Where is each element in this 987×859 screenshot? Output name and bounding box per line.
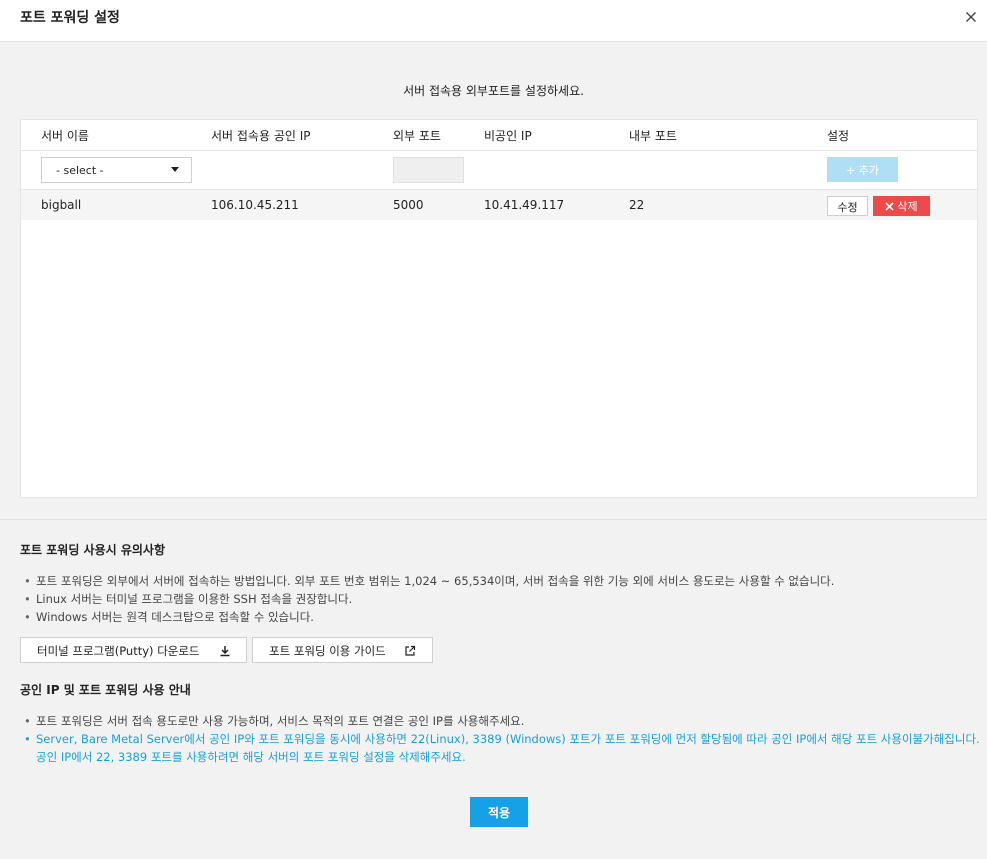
add-button[interactable]: + 추가 bbox=[827, 157, 898, 182]
close-icon bbox=[885, 202, 894, 211]
delete-label: 삭제 bbox=[897, 200, 918, 213]
header-private-ip: 비공인 IP bbox=[484, 129, 532, 143]
table-row: bigball 106.10.45.211 5000 10.41.49.117 … bbox=[21, 190, 977, 220]
putty-download-button[interactable]: 터미널 프로그램(Putty) 다운로드 bbox=[20, 637, 247, 663]
caret-down-icon bbox=[171, 167, 179, 172]
guide-title: 공인 IP 및 포트 포워딩 사용 안내 bbox=[20, 683, 191, 697]
apply-button[interactable]: 적용 bbox=[470, 797, 528, 827]
list-item: Linux 서버는 터미널 프로그램을 이용한 SSH 접속을 권장합니다. bbox=[22, 590, 980, 608]
header-settings: 설정 bbox=[827, 129, 850, 143]
server-select[interactable]: - select - bbox=[41, 157, 192, 183]
header-server-name: 서버 이름 bbox=[41, 129, 89, 143]
header-public-ip: 서버 접속용 공인 IP bbox=[211, 129, 311, 143]
delete-button[interactable]: 삭제 bbox=[873, 196, 930, 216]
dialog-title: 포트 포워딩 설정 bbox=[20, 10, 120, 26]
caution-title: 포트 포워딩 사용시 유의사항 bbox=[20, 543, 166, 557]
guide-label: 포트 포워딩 이용 가이드 bbox=[269, 644, 386, 658]
intro-text: 서버 접속용 외부포트를 설정하세요. bbox=[403, 84, 584, 98]
list-item: 포트 포워딩은 서버 접속 용도로만 사용 가능하며, 서비스 목적의 포트 연… bbox=[22, 712, 980, 730]
row-public-ip: 106.10.45.211 bbox=[211, 198, 299, 212]
section-divider bbox=[0, 519, 987, 520]
download-icon bbox=[220, 646, 230, 657]
row-server-name: bigball bbox=[41, 198, 82, 212]
caution-list: 포트 포워딩은 외부에서 서버에 접속하는 방법입니다. 외부 포트 번호 범위… bbox=[22, 572, 980, 626]
external-link-icon bbox=[405, 645, 416, 656]
header-external-port: 외부 포트 bbox=[393, 129, 441, 143]
external-port-input[interactable] bbox=[393, 157, 464, 183]
list-item: 포트 포워딩은 외부에서 서버에 접속하는 방법입니다. 외부 포트 번호 범위… bbox=[22, 572, 980, 590]
input-row: - select - + 추가 bbox=[21, 151, 977, 190]
server-select-value: - select - bbox=[56, 164, 104, 177]
row-internal-port: 22 bbox=[629, 198, 645, 212]
list-item-highlight: Server, Bare Metal Server에서 공인 IP와 포트 포워… bbox=[22, 730, 980, 766]
header-internal-port: 내부 포트 bbox=[629, 129, 677, 143]
guide-button[interactable]: 포트 포워딩 이용 가이드 bbox=[252, 637, 433, 663]
port-forwarding-table: 서버 이름 서버 접속용 공인 IP 외부 포트 비공인 IP 내부 포트 설정… bbox=[20, 119, 978, 498]
guide-list: 포트 포워딩은 서버 접속 용도로만 사용 가능하며, 서비스 목적의 포트 연… bbox=[22, 712, 980, 766]
close-icon[interactable] bbox=[963, 9, 979, 25]
dialog-header: 포트 포워딩 설정 bbox=[0, 0, 987, 42]
row-private-ip: 10.41.49.117 bbox=[484, 198, 565, 212]
table-header: 서버 이름 서버 접속용 공인 IP 외부 포트 비공인 IP 내부 포트 설정 bbox=[21, 120, 977, 151]
list-item: Windows 서버는 원격 데스크탑으로 접속할 수 있습니다. bbox=[22, 608, 980, 626]
row-external-port: 5000 bbox=[393, 198, 424, 212]
putty-download-label: 터미널 프로그램(Putty) 다운로드 bbox=[37, 644, 200, 658]
edit-button[interactable]: 수정 bbox=[827, 196, 868, 216]
